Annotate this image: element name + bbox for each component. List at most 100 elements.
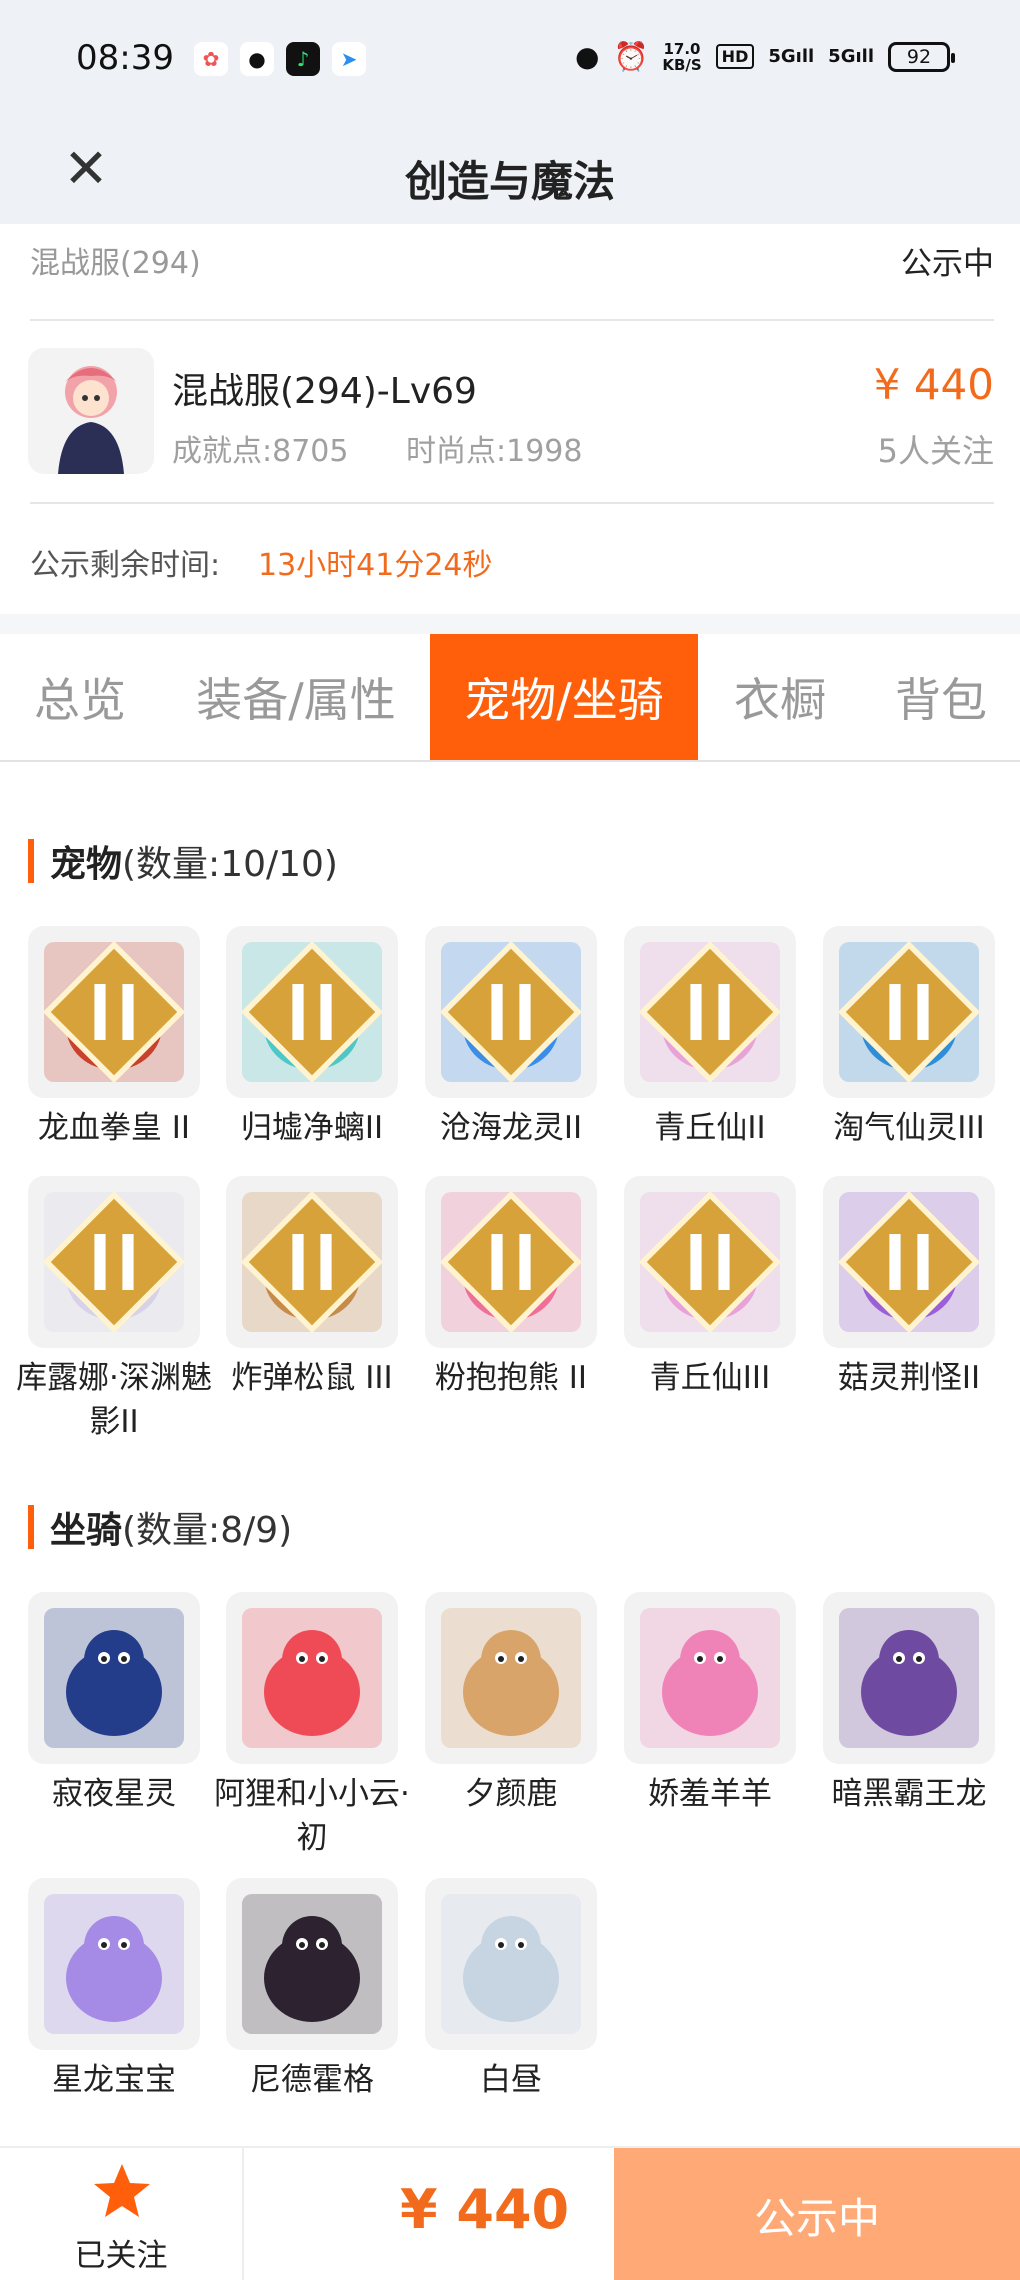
mount-name: 白昼 (480, 2062, 542, 2098)
mount-image (823, 1592, 995, 1764)
rank-badge-icon (242, 1192, 382, 1332)
pet-name: 炸弹松鼠 III (231, 1360, 393, 1396)
app-notification-icon: ✿ (194, 42, 228, 76)
mount-image (226, 1878, 398, 2050)
battery-icon: 92 (888, 41, 955, 72)
tab-pets-mounts[interactable]: 宠物/坐骑 (430, 634, 698, 760)
mounts-title: 坐骑 (50, 1510, 123, 1551)
pet-name: 青丘仙III (649, 1360, 771, 1396)
divider (30, 319, 994, 321)
bottom-action-bar: 已关注 ¥ 440 公示中 (0, 2146, 1020, 2280)
mount-item[interactable]: 暗黑霸王龙 (823, 1592, 995, 1816)
role-info-card: 混战服(294) 公示中 混战服(294)-Lv69 成就点:8705 时尚点:… (0, 224, 1020, 614)
pet-item[interactable]: 青丘仙II (624, 926, 796, 1150)
pet-item[interactable]: 炸弹松鼠 III (226, 1176, 398, 1400)
mount-name: 暗黑霸王龙 (831, 1776, 987, 1812)
mount-item[interactable]: 白昼 (425, 1878, 597, 2102)
section-marker (28, 839, 34, 883)
mount-image (624, 1592, 796, 1764)
mount-image (28, 1878, 200, 2050)
publicity-button[interactable]: 公示中 (614, 2148, 1020, 2280)
mount-name: 阿狸和小小云·初 (214, 1776, 410, 1856)
mounts-count: (数量:8/9) (122, 1510, 293, 1551)
pet-name: 归墟净螭II (240, 1110, 384, 1146)
pets-mounts-panel: 宠物 (数量:10/10) 龙血拳皇 II 归墟净螭II 沧海龙灵II 青丘仙II 淘气… (0, 762, 1020, 2146)
rank-badge-icon (441, 1192, 581, 1332)
status-time: 08:39 (76, 38, 174, 78)
pets-count: (数量:10/10) (122, 844, 338, 885)
mount-image (425, 1592, 597, 1764)
pet-name: 沧海龙灵II (439, 1110, 583, 1146)
pet-image (624, 926, 796, 1098)
tab-equipment[interactable]: 装备/属性 (168, 634, 424, 760)
pet-image (226, 926, 398, 1098)
remaining-time-value: 13小时41分24秒 (258, 548, 493, 583)
pet-item[interactable]: 淘气仙灵III (823, 926, 995, 1150)
pet-item[interactable]: 粉抱抱熊 II (425, 1176, 597, 1400)
server-name: 混战服(294) (30, 246, 201, 281)
mount-item[interactable]: 阿狸和小小云·初 (214, 1592, 410, 1860)
pet-image (28, 926, 200, 1098)
music-app-icon: ♪ (286, 42, 320, 76)
pet-item[interactable]: 菇灵荆怪II (823, 1176, 995, 1400)
pet-name: 青丘仙II (654, 1110, 766, 1146)
fashion-points: 时尚点:1998 (406, 434, 583, 469)
mounts-section-title: 坐骑 (数量:8/9) (28, 1504, 293, 1551)
pet-item[interactable]: 青丘仙III (624, 1176, 796, 1400)
pet-image (28, 1176, 200, 1348)
pet-name: 粉抱抱熊 II (434, 1360, 588, 1396)
pet-image (624, 1176, 796, 1348)
achievement-points: 成就点:8705 (172, 434, 349, 469)
tab-overview[interactable]: 总览 (0, 634, 160, 760)
mount-item[interactable]: 尼德霍格 (226, 1878, 398, 2102)
pet-item[interactable]: 龙血拳皇 II (28, 926, 200, 1150)
follower-count: 5人关注 (877, 432, 994, 470)
network-speed: 17.0 KB/S (662, 39, 702, 74)
follow-button[interactable]: 已关注 (0, 2148, 244, 2280)
section-marker (28, 1505, 34, 1549)
mount-item[interactable]: 星龙宝宝 (28, 1878, 200, 2102)
pet-image (425, 1176, 597, 1348)
tab-bar: 总览 装备/属性 宠物/坐骑 衣橱 背包 (0, 634, 1020, 762)
mount-image (226, 1592, 398, 1764)
pet-item[interactable]: 沧海龙灵II (425, 926, 597, 1150)
remaining-time-label: 公示剩余时间: (30, 548, 221, 583)
pet-image (425, 926, 597, 1098)
pet-image (823, 1176, 995, 1348)
pet-name: 菇灵荆怪II (837, 1360, 981, 1396)
send-app-icon: ➤ (332, 42, 366, 76)
pet-image (823, 926, 995, 1098)
role-name: 混战服(294)-Lv69 (172, 371, 477, 412)
status-badge: 公示中 (901, 246, 994, 282)
mount-item[interactable]: 娇羞羊羊 (624, 1592, 796, 1816)
status-bar: 08:39 ✿ ● ♪ ➤ ● ⏰ 17.0 KB/S HD 5Gıll 5Gıl… (0, 0, 1020, 120)
mount-item[interactable]: 夕颜鹿 (425, 1592, 597, 1816)
tab-wardrobe[interactable]: 衣橱 (698, 634, 862, 760)
notification-icons: ✿ ● ♪ ➤ (194, 42, 366, 76)
mount-image (28, 1592, 200, 1764)
pet-image (226, 1176, 398, 1348)
pet-item[interactable]: 库露娜·深渊魅影II (16, 1176, 212, 1444)
alarm-icon: ⏰ (613, 40, 649, 73)
pets-title: 宠物 (50, 844, 123, 885)
pet-name: 龙血拳皇 II (37, 1110, 191, 1146)
rank-badge-icon (640, 942, 780, 1082)
status-right: ● ⏰ 17.0 KB/S HD 5Gıll 5Gıll 92 (575, 39, 955, 74)
mount-name: 娇羞羊羊 (648, 1776, 772, 1812)
wechat-icon: ● (240, 42, 274, 76)
signal-icon-2: 5Gıll (828, 46, 874, 67)
mount-item[interactable]: 寂夜星灵 (28, 1592, 200, 1816)
mount-name: 寂夜星灵 (52, 1776, 176, 1812)
rank-badge-icon (839, 1192, 979, 1332)
price: ¥ 440 (873, 360, 994, 409)
pet-item[interactable]: 归墟净螭II (226, 926, 398, 1150)
rank-badge-icon (44, 1192, 184, 1332)
tab-backpack[interactable]: 背包 (862, 634, 1020, 760)
pet-name: 库露娜·深渊魅影II (16, 1360, 212, 1440)
signal-icon: 5Gıll (768, 46, 815, 67)
rank-badge-icon (640, 1192, 780, 1332)
pets-section-title: 宠物 (数量:10/10) (28, 838, 338, 885)
rank-badge-icon (441, 942, 581, 1082)
follow-label: 已关注 (74, 2238, 168, 2274)
page-title: 创造与魔法 (404, 157, 615, 206)
